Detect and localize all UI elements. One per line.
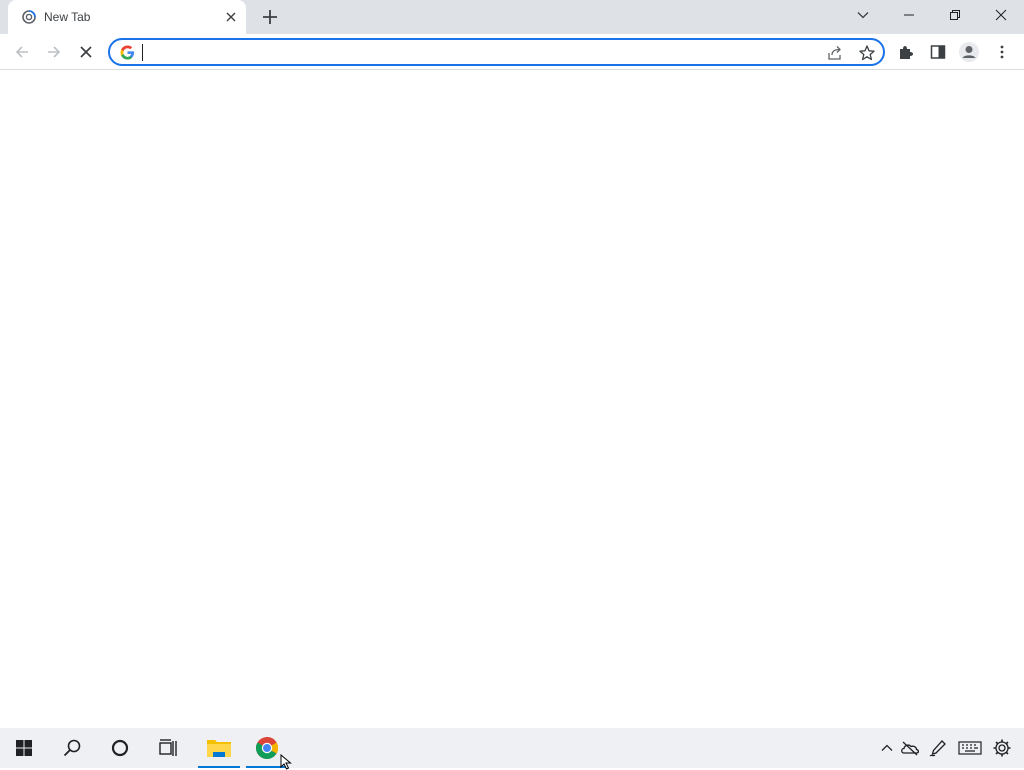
- stop-button[interactable]: [73, 39, 99, 65]
- arrow-right-icon: [48, 46, 61, 58]
- settings-tray-button[interactable]: [991, 737, 1013, 759]
- task-view-icon: [159, 739, 177, 756]
- gear-icon: [993, 739, 1011, 757]
- search-button[interactable]: [48, 728, 96, 768]
- share-icon[interactable]: [826, 44, 844, 62]
- browser-toolbar: [0, 34, 1024, 70]
- minimize-icon: [904, 14, 914, 16]
- plus-icon[interactable]: [258, 5, 282, 29]
- close-icon[interactable]: [223, 9, 239, 25]
- onedrive-tray-button[interactable]: [899, 737, 921, 759]
- stop-x-icon: [80, 46, 92, 58]
- forward-button[interactable]: [41, 39, 67, 65]
- tab-search-button[interactable]: [840, 0, 886, 30]
- pen-icon: [929, 740, 946, 757]
- pen-workspace-button[interactable]: [927, 737, 949, 759]
- side-panel-icon: [930, 45, 946, 59]
- tab-new-tab[interactable]: New Tab: [8, 0, 246, 34]
- extensions-button[interactable]: [893, 39, 919, 65]
- cortana-circle-icon: [111, 739, 129, 757]
- google-g-icon: [120, 45, 135, 60]
- taskbar: [0, 728, 1024, 768]
- address-input[interactable]: [140, 43, 800, 63]
- tab-title: New Tab: [44, 10, 91, 24]
- arrow-left-icon: [15, 46, 28, 58]
- minimize-button[interactable]: [886, 0, 932, 30]
- kebab-menu-icon: [1000, 45, 1004, 59]
- address-bar[interactable]: [108, 38, 885, 66]
- close-icon: [995, 9, 1007, 21]
- chrome-loading-icon: [22, 10, 36, 24]
- chevron-up-icon: [881, 744, 893, 751]
- puzzle-icon: [900, 46, 913, 59]
- profile-button[interactable]: [956, 39, 982, 65]
- onedrive-offline-icon: [901, 741, 920, 756]
- side-panel-button[interactable]: [925, 39, 951, 65]
- menu-button[interactable]: [989, 39, 1015, 65]
- keyboard-icon: [958, 741, 982, 755]
- restore-icon: [950, 10, 960, 20]
- star-icon[interactable]: [858, 44, 876, 62]
- show-hidden-icons-button[interactable]: [876, 737, 898, 759]
- text-caret: [142, 44, 143, 61]
- back-button[interactable]: [9, 39, 35, 65]
- close-window-button[interactable]: [978, 0, 1024, 30]
- cortana-button[interactable]: [96, 728, 144, 768]
- file-explorer-button[interactable]: [196, 728, 242, 768]
- chevron-down-icon: [857, 12, 869, 19]
- profile-icon: [959, 42, 979, 62]
- tab-strip: New Tab: [0, 0, 1024, 34]
- touch-keyboard-button[interactable]: [957, 737, 983, 759]
- restore-button[interactable]: [932, 0, 978, 30]
- folder-icon: [207, 740, 231, 757]
- search-icon: [63, 739, 81, 757]
- chrome-icon: [256, 737, 278, 759]
- windows-logo-icon: [16, 740, 32, 756]
- start-button[interactable]: [0, 728, 48, 768]
- task-view-button[interactable]: [144, 728, 192, 768]
- page-content: [0, 71, 1024, 728]
